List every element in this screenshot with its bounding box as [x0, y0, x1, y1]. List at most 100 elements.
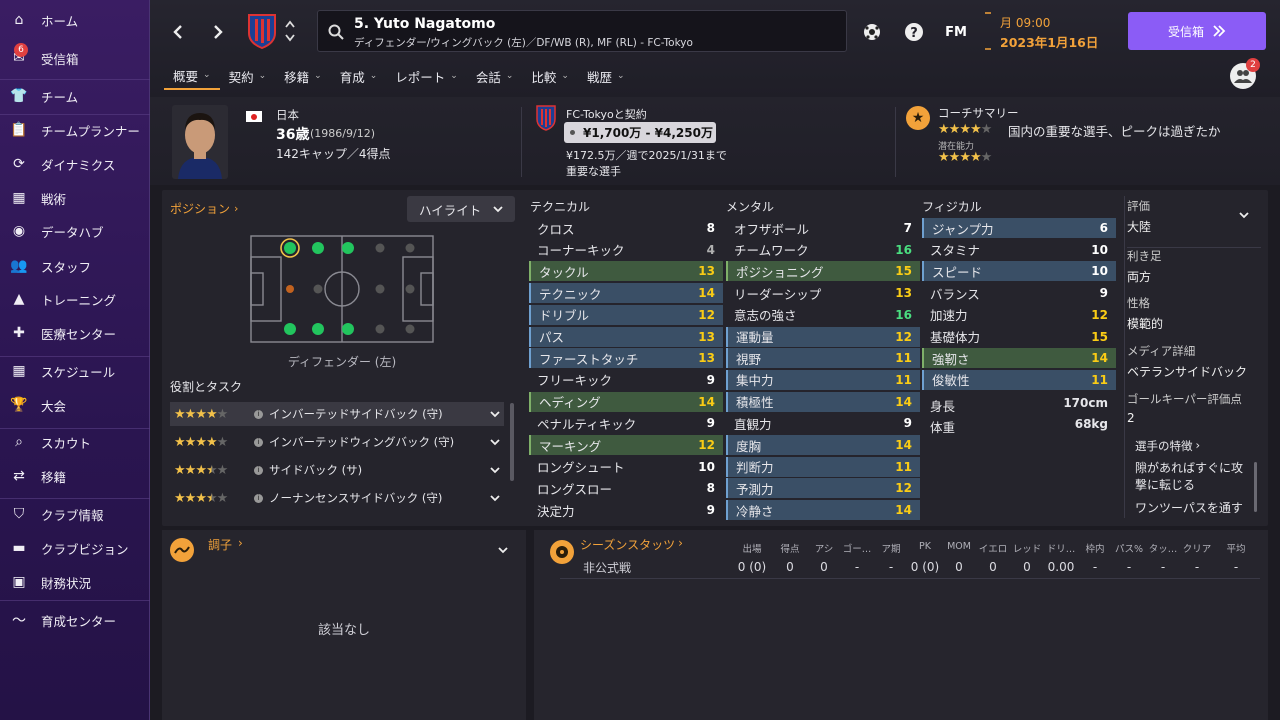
attribute-row[interactable]: タックル 13 [529, 261, 723, 282]
attribute-row[interactable]: コーナーキック 4 [529, 240, 723, 260]
attribute-row[interactable]: ポジショニング 15 [726, 261, 920, 282]
sidebar-item-0[interactable]: ⌂ ホーム [0, 5, 150, 35]
sidebar-item-4[interactable]: ⟳ ダイナミクス [0, 149, 150, 179]
star-full-icon: ★ [938, 150, 950, 165]
tab-6[interactable]: 比較 ⌄ [522, 62, 578, 90]
back-button[interactable] [166, 18, 190, 46]
sidebar-item-6[interactable]: ◉ データハブ [0, 216, 150, 246]
stat-header[interactable]: クリア [1175, 541, 1219, 555]
tab-3[interactable]: 育成 ⌄ [331, 62, 387, 90]
attribute-row[interactable]: 強靭さ 14 [922, 348, 1116, 369]
tab-1[interactable]: 契約 ⌄ [220, 62, 276, 90]
attribute-name: 運動量 [736, 330, 774, 345]
roles-scrollbar[interactable] [510, 403, 514, 481]
traits-scrollbar[interactable] [1254, 462, 1257, 512]
sidebar-item-12[interactable]: ⌕ スカウト [0, 427, 150, 457]
sidebar-item-14[interactable]: ⛉ クラブ情報 [0, 499, 150, 529]
role-row[interactable]: ★★★★★ i サイドバック (サ) [170, 458, 504, 482]
sidebar-item-15[interactable]: ▬ クラブビジョン [0, 533, 150, 563]
attribute-row[interactable]: 冷静さ 14 [726, 500, 920, 521]
attribute-row[interactable]: 積極性 14 [726, 391, 920, 412]
sidebar-item-8[interactable]: ▲ トレーニング [0, 284, 150, 314]
attribute-row[interactable]: スタミナ 10 [922, 240, 1116, 260]
sidebar-item-7[interactable]: 👥 スタッフ [0, 251, 150, 281]
form-link[interactable]: 調子 › [208, 536, 243, 553]
value-range-pill[interactable]: ¥1,700万 - ¥4,250万 [564, 122, 716, 143]
attribute-row[interactable]: パス 13 [529, 326, 723, 347]
player-search-box[interactable]: 5. Yuto Nagatomo ディフェンダー/ウィングバック (左)／DF/… [317, 10, 847, 52]
sidebar-item-16[interactable]: ▣ 財務状況 [0, 567, 150, 597]
attribute-row[interactable]: 度胸 14 [726, 435, 920, 455]
attribute-row[interactable]: 俊敏性 11 [922, 369, 1116, 390]
attribute-row[interactable]: チームワーク 16 [726, 240, 920, 260]
attribute-name: オフザボール [734, 221, 810, 237]
attribute-row[interactable]: 基礎体力 15 [922, 327, 1116, 347]
attribute-row[interactable]: クロス 8 [529, 218, 723, 238]
sidebar-item-9[interactable]: ✚ 医療センター [0, 318, 150, 348]
attribute-row[interactable]: 運動量 12 [726, 326, 920, 347]
highlight-dropdown[interactable]: ハイライト [407, 196, 515, 222]
fm-menu-button[interactable]: FM [942, 20, 970, 44]
attribute-row[interactable]: ロングスロー 8 [529, 478, 723, 498]
game-status-button[interactable] [860, 20, 884, 44]
attribute-row[interactable]: 加速力 12 [922, 305, 1116, 325]
attribute-row[interactable]: テクニック 14 [529, 283, 723, 304]
position-pitch [250, 235, 434, 343]
sidebar-item-10[interactable]: ▦ スケジュール [0, 356, 150, 386]
attribute-row[interactable]: ジャンプ力 6 [922, 218, 1116, 238]
sidebar-item-5[interactable]: ▦ 戦術 [0, 183, 150, 213]
continue-inbox-button[interactable]: 受信箱 [1128, 12, 1266, 50]
info-icon: i [254, 465, 263, 475]
attribute-row[interactable]: 判断力 11 [726, 456, 920, 477]
player-switch-arrows[interactable] [282, 16, 298, 46]
attribute-row[interactable]: バランス 9 [922, 283, 1116, 303]
club-crest[interactable] [246, 12, 278, 50]
attribute-row[interactable]: ドリブル 12 [529, 304, 723, 325]
rating-field[interactable]: 評価 大陸 [1127, 198, 1261, 235]
sidebar-divider [0, 79, 150, 80]
sidebar-item-2[interactable]: 👕 チーム [0, 81, 150, 111]
season-icon [550, 540, 574, 564]
sidebar-item-17[interactable]: 〜育成センター [0, 605, 150, 635]
role-row[interactable]: ★★★★★ i インバーテッドサイドバック (守) [170, 402, 504, 426]
attribute-row[interactable]: マーキング 12 [529, 435, 723, 455]
calendar-icon: ▦ [12, 363, 26, 379]
attribute-row[interactable]: 意志の強さ 16 [726, 305, 920, 325]
role-row[interactable]: ★★★★★ i インバーテッドウィングバック (守) [170, 430, 504, 454]
attribute-row[interactable]: ファーストタッチ 13 [529, 348, 723, 369]
attribute-row[interactable]: ロングシュート 10 [529, 457, 723, 477]
attribute-row[interactable]: フリーキック 9 [529, 370, 723, 390]
role-row[interactable]: ★★★★★ i ノーナンセンスサイドバック (守) [170, 486, 504, 510]
sidebar-item-1[interactable]: ✉ 6 受信箱 [0, 43, 150, 73]
tab-0[interactable]: 概要 ⌄ [164, 62, 220, 90]
attribute-row[interactable]: ヘディング 14 [529, 391, 723, 412]
tab-4[interactable]: レポート ⌄ [386, 62, 467, 90]
attribute-row[interactable]: スピード 10 [922, 261, 1116, 282]
attribute-row[interactable]: オフザボール 7 [726, 218, 920, 238]
season-stats-link[interactable]: シーズンスタッツ › [580, 536, 683, 553]
sidebar-item-label: スケジュール [41, 364, 116, 380]
attribute-row[interactable]: 直観力 9 [726, 413, 920, 433]
sidebar-item-3[interactable]: 📋 チームプランナー [0, 115, 150, 145]
sidebar-item-11[interactable]: 🏆 大会 [0, 390, 150, 420]
chevron-down-icon[interactable] [498, 547, 508, 554]
attribute-row[interactable]: 視野 11 [726, 348, 920, 369]
attribute-row[interactable]: ペナルティキック 9 [529, 413, 723, 433]
wage-info: ¥172.5万／週で2025/1/31まで [566, 149, 727, 162]
attribute-value: 14 [895, 394, 912, 409]
tab-7[interactable]: 戦歴 ⌄ [578, 62, 634, 90]
attribute-row[interactable]: 集中力 11 [726, 369, 920, 390]
help-button[interactable]: ? [902, 20, 926, 44]
social-button[interactable]: 2 [1230, 58, 1260, 89]
stat-header[interactable]: 平均 [1214, 541, 1258, 555]
attribute-row[interactable]: 決定力 9 [529, 500, 723, 520]
traits-link[interactable]: 選手の特徴 › [1135, 438, 1200, 454]
tab-5[interactable]: 会話 ⌄ [467, 62, 523, 90]
attribute-row[interactable]: 予測力 12 [726, 478, 920, 499]
sidebar-item-13[interactable]: ⇄ 移籍 [0, 461, 150, 491]
forward-button[interactable] [206, 18, 230, 46]
position-link[interactable]: ポジション › [170, 200, 238, 217]
attribute-row[interactable]: リーダーシップ 13 [726, 283, 920, 303]
tab-2[interactable]: 移籍 ⌄ [275, 62, 331, 90]
chevron-down-icon: ⌄ [203, 70, 211, 80]
